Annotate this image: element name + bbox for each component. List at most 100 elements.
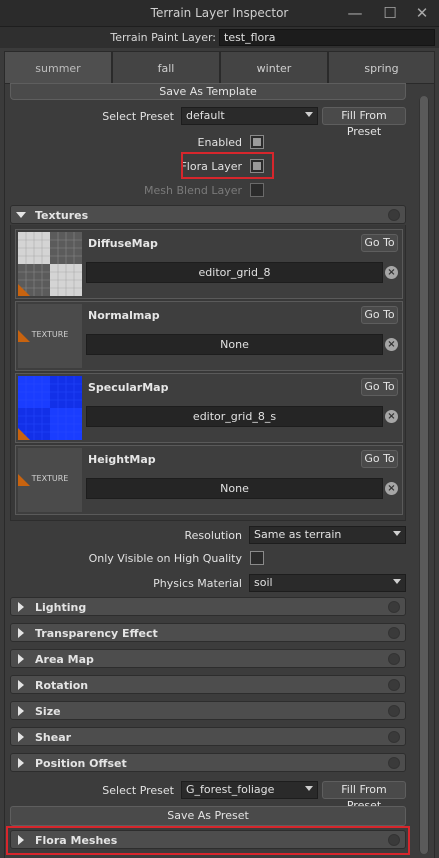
maximize-icon[interactable]: ☐ <box>378 3 402 23</box>
thumbnail-corner-marker <box>18 284 30 296</box>
normalmap-name: Normalmap <box>88 309 160 322</box>
section-title: Rotation <box>35 679 89 692</box>
chevron-right-icon <box>18 706 24 716</box>
section-transparency-effect[interactable]: Transparency Effect <box>10 623 406 642</box>
bottom-select-preset-value: G_forest_foliage <box>186 783 275 796</box>
resolution-dropdown[interactable]: Same as terrain <box>249 526 406 544</box>
heightmap-name: HeightMap <box>88 453 156 466</box>
diffusemap-field[interactable]: editor_grid_8 <box>86 262 383 283</box>
high-quality-label: Only Visible on High Quality <box>88 552 242 565</box>
normalmap-goto-button[interactable]: Go To <box>361 306 398 324</box>
section-reset-icon[interactable] <box>388 757 400 769</box>
textures-list: DiffuseMap Go To editor_grid_8 × TEXTURE… <box>10 225 406 521</box>
textures-title: Textures <box>35 209 89 222</box>
section-reset-icon[interactable] <box>388 731 400 743</box>
texture-slot-heightmap: TEXTURE HeightMap Go To None × <box>15 445 403 515</box>
thumbnail-corner-marker <box>18 474 30 486</box>
specularmap-name: SpecularMap <box>88 381 169 394</box>
heightmap-thumbnail[interactable]: TEXTURE <box>18 448 82 512</box>
chevron-right-icon <box>18 654 24 664</box>
chevron-right-icon <box>18 628 24 638</box>
textures-section-header[interactable]: Textures <box>10 205 406 224</box>
texture-slot-normalmap: TEXTURE Normalmap Go To None × <box>15 301 403 371</box>
normalmap-field[interactable]: None <box>86 334 383 355</box>
fill-from-preset-button[interactable]: Fill From Preset <box>322 107 406 138</box>
title-bar: Terrain Layer Inspector — ☐ ✕ <box>0 0 439 27</box>
minimize-icon[interactable]: — <box>343 3 367 23</box>
clear-icon[interactable]: × <box>385 410 398 423</box>
clear-icon[interactable]: × <box>385 266 398 279</box>
tab-summer[interactable]: summer <box>4 51 112 84</box>
thumbnail-corner-marker <box>18 330 30 342</box>
diffusemap-name: DiffuseMap <box>88 237 158 250</box>
section-title: Area Map <box>35 653 94 666</box>
enabled-checkbox[interactable] <box>250 135 264 149</box>
texture-slot-diffusemap: DiffuseMap Go To editor_grid_8 × <box>15 229 403 299</box>
section-reset-icon[interactable] <box>388 705 400 717</box>
chevron-down-icon <box>16 212 26 218</box>
chevron-right-icon <box>18 758 24 768</box>
save-as-template-button[interactable]: Save As Template <box>10 83 406 100</box>
section-title: Shear <box>35 731 72 744</box>
section-reset-icon[interactable] <box>388 209 400 221</box>
clear-icon[interactable]: × <box>385 482 398 495</box>
heightmap-field[interactable]: None <box>86 478 383 499</box>
section-lighting[interactable]: Lighting <box>10 597 406 616</box>
paint-layer-row: Terrain Paint Layer: test_flora <box>0 27 439 48</box>
chevron-down-icon <box>305 112 313 117</box>
chevron-right-icon <box>18 680 24 690</box>
section-reset-icon[interactable] <box>388 627 400 639</box>
flora-meshes-highlight <box>6 826 410 855</box>
section-reset-icon[interactable] <box>388 653 400 665</box>
chevron-down-icon <box>305 786 313 791</box>
select-preset-value: default <box>186 109 225 122</box>
save-as-preset-button[interactable]: Save As Preset <box>10 806 406 826</box>
mesh-blend-label: Mesh Blend Layer <box>144 184 242 197</box>
section-reset-icon[interactable] <box>388 679 400 691</box>
bottom-select-preset-dropdown[interactable]: G_forest_foliage <box>181 781 318 799</box>
scrollbar-thumb[interactable] <box>420 96 428 854</box>
resolution-value: Same as terrain <box>254 528 342 541</box>
specularmap-thumbnail[interactable] <box>18 376 82 440</box>
bottom-fill-from-preset-button[interactable]: Fill From Preset <box>322 781 406 812</box>
chevron-right-icon <box>18 732 24 742</box>
physics-material-value: soil <box>254 576 273 589</box>
tab-fall[interactable]: fall <box>112 51 220 84</box>
diffusemap-thumbnail[interactable] <box>18 232 82 296</box>
section-shear[interactable]: Shear <box>10 727 406 746</box>
section-rotation[interactable]: Rotation <box>10 675 406 694</box>
section-title: Size <box>35 705 61 718</box>
section-size[interactable]: Size <box>10 701 406 720</box>
chevron-right-icon <box>18 602 24 612</box>
physics-material-label: Physics Material <box>153 577 242 590</box>
season-tabs: summer fall winter spring <box>4 51 435 84</box>
specularmap-field[interactable]: editor_grid_8_s <box>86 406 383 427</box>
enabled-label: Enabled <box>197 136 242 149</box>
window-title: Terrain Layer Inspector <box>150 6 289 20</box>
bottom-select-preset-label: Select Preset <box>102 784 174 797</box>
section-area-map[interactable]: Area Map <box>10 649 406 668</box>
physics-material-dropdown[interactable]: soil <box>249 574 406 592</box>
tab-spring[interactable]: spring <box>328 51 435 84</box>
chevron-down-icon <box>393 579 401 584</box>
heightmap-goto-button[interactable]: Go To <box>361 450 398 468</box>
high-quality-checkbox[interactable] <box>250 551 264 565</box>
specularmap-goto-button[interactable]: Go To <box>361 378 398 396</box>
diffusemap-goto-button[interactable]: Go To <box>361 234 398 252</box>
clear-icon[interactable]: × <box>385 338 398 351</box>
flora-layer-highlight <box>181 152 274 179</box>
section-title: Lighting <box>35 601 87 614</box>
mesh-blend-checkbox[interactable] <box>250 183 264 197</box>
paint-layer-field[interactable]: test_flora <box>219 29 435 46</box>
section-position-offset[interactable]: Position Offset <box>10 753 406 772</box>
normalmap-thumbnail[interactable]: TEXTURE <box>18 304 82 368</box>
section-reset-icon[interactable] <box>388 601 400 613</box>
section-title: Transparency Effect <box>35 627 158 640</box>
thumbnail-corner-marker <box>18 428 30 440</box>
chevron-down-icon <box>393 531 401 536</box>
paint-layer-label: Terrain Paint Layer: <box>110 31 216 44</box>
tab-winter[interactable]: winter <box>220 51 328 84</box>
select-preset-dropdown[interactable]: default <box>181 107 318 125</box>
close-icon[interactable]: ✕ <box>410 3 434 23</box>
vertical-scrollbar[interactable] <box>419 96 429 854</box>
